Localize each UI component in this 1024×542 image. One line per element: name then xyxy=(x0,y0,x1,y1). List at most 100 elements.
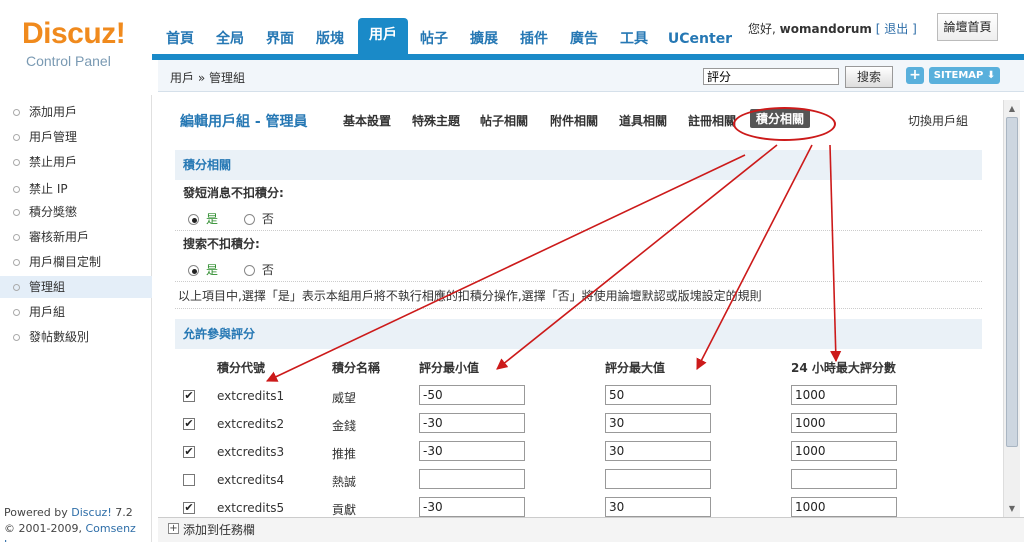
min-rating-input[interactable] xyxy=(419,441,525,461)
forum-home-button[interactable]: 論壇首頁 xyxy=(937,13,998,41)
row-checkbox[interactable]: ✔ xyxy=(183,390,195,402)
scrollbar-thumb[interactable] xyxy=(1006,117,1018,447)
credit-code: extcredits4 xyxy=(217,473,285,487)
min-rating-input[interactable] xyxy=(419,497,525,517)
column-header-min: 評分最小值 xyxy=(419,361,480,375)
daily-max-input[interactable] xyxy=(791,385,897,405)
sidebar-item-ban-ip[interactable]: 禁止 IP xyxy=(0,178,152,200)
tab-basic[interactable]: 基本設置 xyxy=(343,112,391,129)
breadcrumb: 用戶 » 管理組 xyxy=(170,71,245,85)
column-header-max: 評分最大值 xyxy=(605,361,666,375)
credit-name: 貢獻 xyxy=(332,503,357,517)
sidebar-item-user-manage[interactable]: 用戶管理 xyxy=(0,126,152,148)
credit-note: 以上項目中,選擇「是」表示本組用戶將不執行相應的扣積分操作,選擇「否」將使用論壇… xyxy=(178,289,762,303)
max-rating-input[interactable] xyxy=(605,413,711,433)
row-checkbox[interactable]: ✔ xyxy=(183,502,195,514)
daily-max-input[interactable] xyxy=(791,441,897,461)
tab-register[interactable]: 註冊相關 xyxy=(688,112,736,129)
nav-tab-ucenter[interactable]: UCenter xyxy=(664,26,736,54)
max-rating-input[interactable] xyxy=(605,385,711,405)
nav-tab-plugins[interactable]: 插件 xyxy=(514,26,554,54)
tab-magic[interactable]: 道具相關 xyxy=(619,112,667,129)
max-rating-input[interactable] xyxy=(605,441,711,461)
admin-control-panel: Discuz! Control Panel 首頁 全局 界面 版塊 用戶 帖子 … xyxy=(0,0,1024,542)
logout-link[interactable]: [ 退出 ] xyxy=(876,22,917,36)
radio-pm-no[interactable] xyxy=(243,214,255,225)
credit-code: extcredits3 xyxy=(217,445,285,459)
credit-name: 熱誠 xyxy=(332,475,357,489)
radio-search-yes[interactable] xyxy=(188,265,199,276)
max-rating-input[interactable] xyxy=(605,497,711,517)
divider xyxy=(175,230,982,231)
tab-attachments[interactable]: 附件相關 xyxy=(550,112,598,129)
add-to-taskbar-link[interactable]: 添加到任務欄 xyxy=(183,521,255,538)
min-rating-input[interactable] xyxy=(419,385,525,405)
powered-prefix: Powered by xyxy=(4,506,72,519)
daily-max-input[interactable] xyxy=(791,413,897,433)
logo-subtitle: Control Panel xyxy=(26,53,111,69)
column-header-name: 積分名稱 xyxy=(332,361,381,375)
table-row: ✔ extcredits5 貢獻 xyxy=(158,495,1003,517)
row-checkbox[interactable] xyxy=(183,474,195,486)
nav-tab-global[interactable]: 全局 xyxy=(210,26,250,54)
radio-search-no[interactable] xyxy=(243,265,255,276)
row-checkbox[interactable]: ✔ xyxy=(183,446,195,458)
daily-max-input[interactable] xyxy=(791,469,897,489)
sitemap-button[interactable]: SITEMAP ⬇ xyxy=(929,67,1000,84)
nav-tab-posts[interactable]: 帖子 xyxy=(414,26,454,54)
credit-code: extcredits1 xyxy=(217,389,285,403)
sidebar-item-user-groups[interactable]: 用戶組 xyxy=(0,301,152,323)
max-rating-input[interactable] xyxy=(605,469,711,489)
radio-pm-yes[interactable] xyxy=(188,214,199,225)
divider xyxy=(175,281,982,282)
sidebar-item-post-ranks[interactable]: 發帖數級別 xyxy=(0,326,152,348)
annotation-ellipse xyxy=(733,107,836,141)
radio-search-yes-label: 是 xyxy=(206,263,219,277)
sidebar-item-add-user[interactable]: 添加用戶 xyxy=(0,101,152,123)
sidebar-item-user-fields[interactable]: 用戶欄目定制 xyxy=(0,251,152,273)
credit-name: 金錢 xyxy=(332,419,357,433)
add-taskbar-icon[interactable]: + xyxy=(168,523,179,534)
scrollbar[interactable]: ▲ ▼ xyxy=(1003,100,1020,517)
row-checkbox[interactable]: ✔ xyxy=(183,418,195,430)
credit-code: extcredits2 xyxy=(217,417,285,431)
search-input[interactable] xyxy=(703,68,839,85)
scroll-up-icon[interactable]: ▲ xyxy=(1006,102,1018,115)
min-rating-input[interactable] xyxy=(419,469,525,489)
nav-tab-extensions[interactable]: 擴展 xyxy=(464,26,504,54)
powered-brand[interactable]: Discuz! xyxy=(71,506,111,519)
search-button[interactable]: 搜索 xyxy=(845,66,893,88)
radio-search-no-label: 否 xyxy=(261,263,274,277)
username: womandorum xyxy=(779,22,872,36)
sidebar-item-ban-user[interactable]: 禁止用戶 xyxy=(0,151,152,173)
daily-max-input[interactable] xyxy=(791,497,897,517)
min-rating-input[interactable] xyxy=(419,413,525,433)
user-info: 您好, womandorum [ 退出 ] xyxy=(748,20,917,37)
nav-tab-forums[interactable]: 版塊 xyxy=(310,26,350,54)
header: Discuz! Control Panel 首頁 全局 界面 版塊 用戶 帖子 … xyxy=(0,0,1024,95)
radio-pm-no-label: 否 xyxy=(261,212,274,226)
plus-icon[interactable]: + xyxy=(906,67,924,84)
usergroup-subnav: 編輯用戶組 - 管理員 基本設置 特殊主題 帖子相關 附件相關 道具相關 註冊相… xyxy=(158,105,1003,141)
nav-tab-tools[interactable]: 工具 xyxy=(614,26,654,54)
sidebar-item-review-users[interactable]: 審核新用戶 xyxy=(0,226,152,248)
nav-tab-ads[interactable]: 廣告 xyxy=(564,26,604,54)
copyright-prefix: © 2001-2009, xyxy=(4,522,86,535)
discuz-logo[interactable]: Discuz! Control Panel xyxy=(0,0,152,95)
table-row: ✔ extcredits1 威望 xyxy=(158,383,1003,411)
scroll-down-icon[interactable]: ▼ xyxy=(1006,502,1018,515)
switch-group-dropdown[interactable]: 切換用戶組 xyxy=(908,112,968,129)
table-row: ✔ extcredits3 推推 xyxy=(158,439,1003,467)
taskbar: + 添加到任務欄 xyxy=(158,517,1024,542)
table-row: ✔ extcredits2 金錢 xyxy=(158,411,1003,439)
section-credit-heading: 積分相關 xyxy=(175,150,982,180)
sidebar-item-admin-groups[interactable]: 管理組 xyxy=(0,276,152,298)
sidebar-item-credit-reward[interactable]: 積分獎懲 xyxy=(0,201,152,223)
nav-tab-interface[interactable]: 界面 xyxy=(260,26,300,54)
tab-posts[interactable]: 帖子相關 xyxy=(480,112,528,129)
greeting: 您好, xyxy=(748,22,776,36)
sidebar: 添加用戶 用戶管理 禁止用戶 禁止 IP 積分獎懲 審核新用戶 用戶欄目定制 管… xyxy=(0,95,152,542)
tab-special-threads[interactable]: 特殊主題 xyxy=(412,112,460,129)
nav-tab-home[interactable]: 首頁 xyxy=(160,26,200,54)
nav-tab-users[interactable]: 用戶 xyxy=(358,18,408,56)
